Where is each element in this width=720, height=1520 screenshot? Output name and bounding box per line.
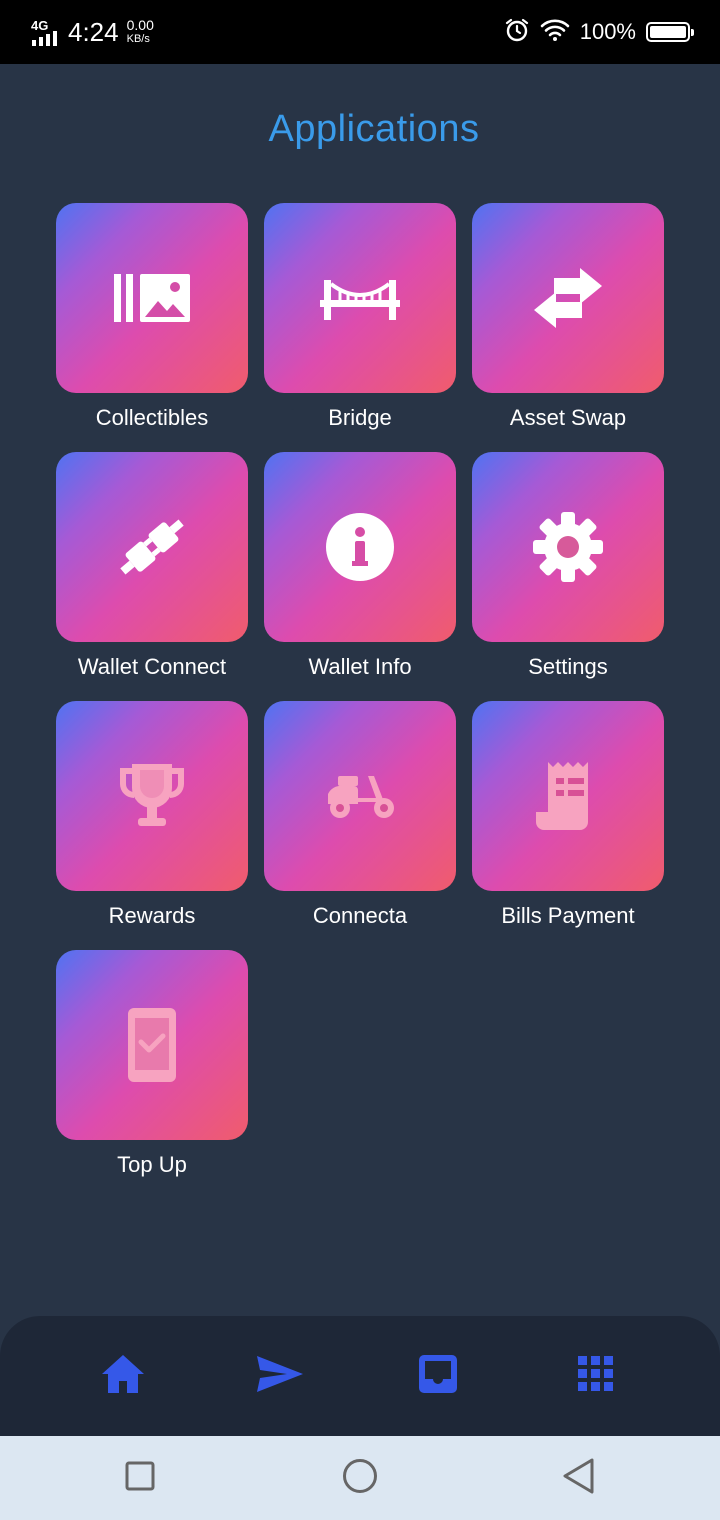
home-icon xyxy=(100,1353,146,1400)
status-time: 4:24 xyxy=(68,16,119,47)
app-wallet-connect[interactable]: Wallet Connect xyxy=(56,452,248,688)
send-icon xyxy=(255,1354,305,1399)
app-rewards[interactable]: Rewards xyxy=(56,701,248,937)
app-connecta[interactable]: Connecta xyxy=(264,701,456,937)
network-speed: 0.00 KB/s xyxy=(127,18,154,46)
bottom-nav xyxy=(0,1316,720,1436)
status-right: 100% xyxy=(504,12,694,52)
battery-icon xyxy=(646,22,694,42)
app-tile[interactable] xyxy=(472,203,664,393)
app-tile[interactable] xyxy=(472,701,664,891)
app-tile[interactable] xyxy=(56,950,248,1140)
app-asset-swap[interactable]: Asset Swap xyxy=(472,203,664,439)
page-title: Applications xyxy=(268,108,480,150)
app-tile[interactable] xyxy=(472,452,664,642)
gear-icon xyxy=(532,511,604,583)
trophy-icon xyxy=(116,760,188,832)
app-bridge[interactable]: Bridge xyxy=(264,203,456,439)
alarm-icon xyxy=(504,17,530,48)
phone-check-icon xyxy=(126,1006,178,1084)
speed-unit: KB/s xyxy=(126,33,150,45)
battery-percent: 100% xyxy=(579,19,636,44)
app-label: Rewards xyxy=(108,903,196,928)
app-label: Bills Payment xyxy=(501,903,635,928)
status-left: 4G 4:24 0.00 KB/s xyxy=(30,12,154,52)
app-label: Asset Swap xyxy=(509,405,627,430)
bridge-icon xyxy=(320,276,400,320)
home-button[interactable] xyxy=(340,1458,380,1498)
app-tile[interactable] xyxy=(56,452,248,642)
app-label: Settings xyxy=(528,654,608,679)
inbox-icon xyxy=(417,1353,459,1400)
app-collectibles[interactable]: Collectibles xyxy=(56,203,248,439)
wifi-icon xyxy=(540,18,570,47)
nav-inbox[interactable] xyxy=(414,1352,462,1400)
back-icon xyxy=(561,1457,595,1500)
app-bills-payment[interactable]: Bills Payment xyxy=(472,701,664,937)
app-settings[interactable]: Settings xyxy=(472,452,664,688)
app-top-up[interactable]: Top Up xyxy=(56,950,248,1186)
home-circle-icon xyxy=(342,1458,378,1499)
app-wallet-info[interactable]: Wallet Info xyxy=(264,452,456,688)
info-icon xyxy=(324,511,396,583)
app-tile[interactable] xyxy=(264,452,456,642)
speed-value: 0.00 xyxy=(126,17,154,33)
nav-home[interactable] xyxy=(99,1352,147,1400)
back-button[interactable] xyxy=(558,1458,598,1498)
nav-apps[interactable] xyxy=(572,1352,620,1400)
system-nav-bar xyxy=(0,1436,720,1520)
app-label: Connecta xyxy=(312,903,408,928)
apps-grid-icon xyxy=(576,1354,616,1399)
nav-send[interactable] xyxy=(256,1352,304,1400)
app-tile[interactable] xyxy=(264,701,456,891)
status-bar: 4G 4:24 0.00 KB/s 100% xyxy=(0,0,720,64)
app-label: Bridge xyxy=(328,405,392,430)
app-tile[interactable] xyxy=(56,701,248,891)
recents-icon xyxy=(124,1460,156,1497)
swap-arrows-icon xyxy=(532,266,604,330)
plug-icon xyxy=(112,507,192,587)
app-label: Top Up xyxy=(117,1152,187,1177)
app-label: Collectibles xyxy=(95,405,209,430)
app-tile[interactable] xyxy=(56,203,248,393)
scooter-icon xyxy=(324,770,396,822)
recents-button[interactable] xyxy=(120,1458,160,1498)
app-label: Wallet Connect xyxy=(77,654,227,679)
app-tile[interactable] xyxy=(264,203,456,393)
app-label: Wallet Info xyxy=(308,654,412,679)
collectibles-icon xyxy=(112,268,192,328)
signal-icon: 4G xyxy=(30,16,62,48)
receipt-icon xyxy=(534,760,602,832)
